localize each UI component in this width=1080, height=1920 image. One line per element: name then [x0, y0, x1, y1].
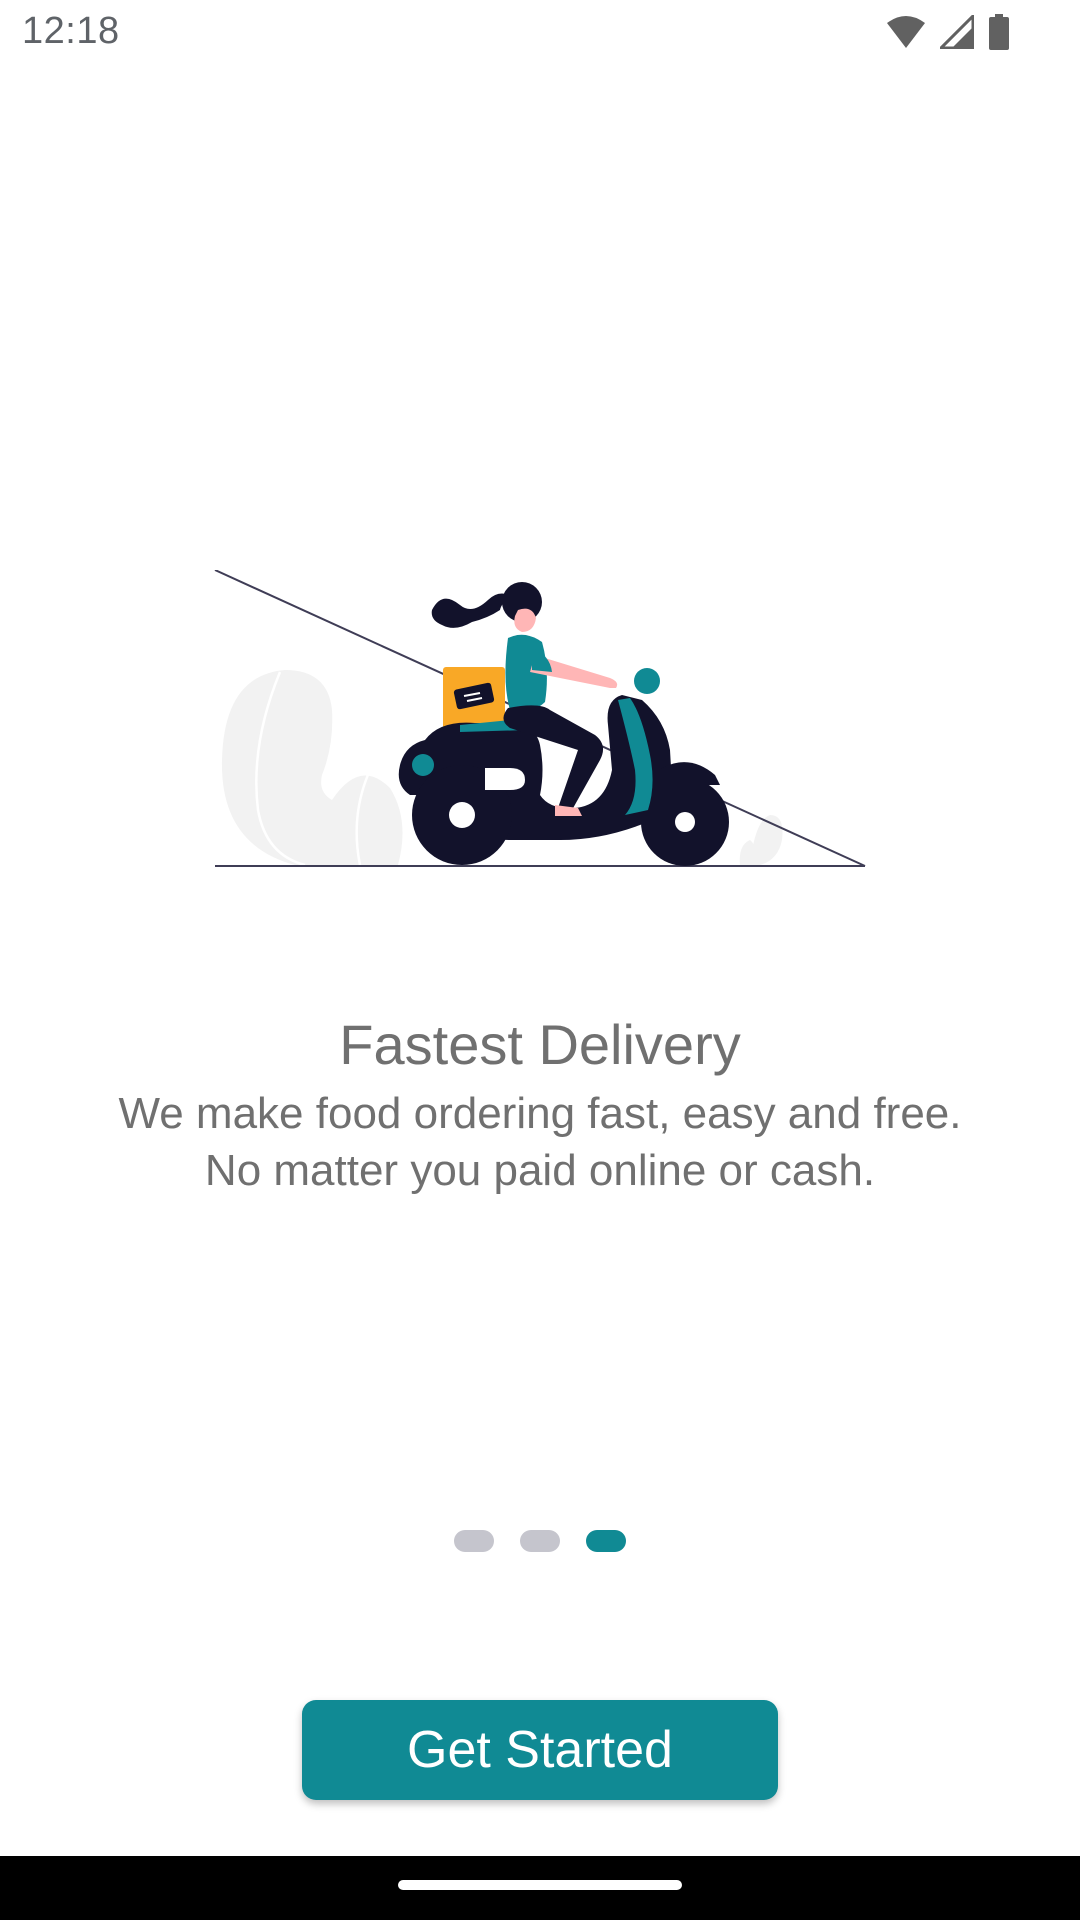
description-line-1: We make food ordering fast, easy and fre…	[118, 1089, 962, 1138]
battery-icon	[989, 14, 1009, 50]
status-icons	[886, 12, 1010, 52]
onboarding-title: Fastest Delivery	[339, 1013, 741, 1076]
wifi-icon	[887, 16, 925, 48]
bush-shape	[221, 670, 403, 865]
navigation-bar	[0, 1856, 1080, 1920]
description-line-2: No matter you paid online or cash.	[204, 1146, 876, 1195]
page-dot-3-active[interactable]	[586, 1530, 626, 1552]
page-dot-2[interactable]	[520, 1530, 560, 1552]
home-indicator[interactable]	[398, 1880, 682, 1890]
scooter-delivery-illustration	[214, 570, 866, 867]
page-dot-1[interactable]	[454, 1530, 494, 1552]
status-bar: 12:18	[0, 0, 1080, 64]
get-started-button[interactable]: Get Started	[302, 1700, 778, 1800]
onboarding-screen: 12:18 Fastest Delivery We make food orde…	[0, 0, 1080, 1920]
status-time: 12:18	[22, 10, 120, 52]
signal-icon	[940, 15, 974, 49]
onboarding-description: We make food ordering fast, easy and fre…	[0, 1085, 1080, 1199]
page-indicator	[0, 1530, 1080, 1552]
